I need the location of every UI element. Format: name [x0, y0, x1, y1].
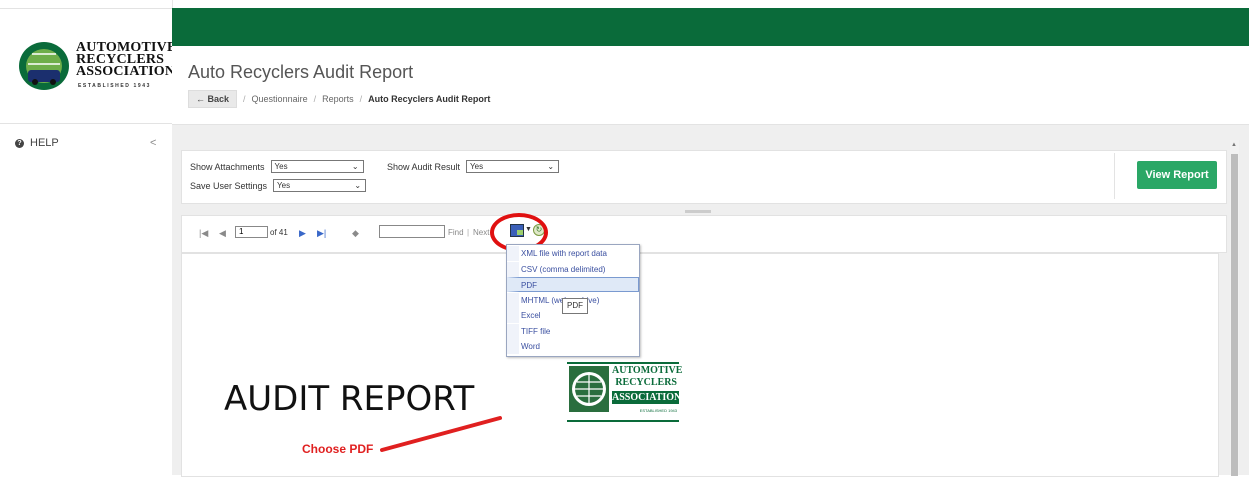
toolbar-separator: |	[467, 228, 470, 237]
find-next-link[interactable]: Next	[473, 228, 489, 237]
param-show-attachments: Show Attachments Yes ⌄	[190, 160, 364, 173]
previous-page-icon[interactable]: ◀	[219, 228, 226, 239]
vertical-scrollbar[interactable]: ▲	[1230, 140, 1239, 476]
report-viewer: Show Attachments Yes ⌄ Show Audit Result…	[172, 125, 1249, 477]
menu-item-tiff[interactable]: TIFF file	[507, 324, 639, 339]
sidebar: AUTOMOTIVE RECYCLERS ASSOCIATION ESTABLI…	[0, 0, 176, 475]
panel-divider	[1114, 153, 1115, 199]
globe-car-icon	[19, 42, 69, 90]
breadcrumb-separator: /	[313, 94, 317, 104]
logo-line3: ASSOCIATION	[76, 64, 176, 79]
select-value: Yes	[470, 162, 484, 171]
sidebar-top-strip	[0, 0, 172, 9]
param-label: Save User Settings	[190, 180, 268, 191]
breadcrumb: ← Back / Questionnaire / Reports / Auto …	[188, 90, 490, 108]
show-audit-result-select[interactable]: Yes ⌄	[466, 160, 560, 173]
question-icon: ?	[15, 138, 24, 148]
page-header: Auto Recyclers Audit Report ← Back / Que…	[172, 46, 1249, 125]
save-user-settings-select[interactable]: Yes ⌄	[273, 179, 367, 192]
chevron-down-icon: ⌄	[547, 162, 555, 171]
report-page: Choose PDF AUDIT REPORT AUTOMOTIVE RECYC…	[181, 253, 1219, 477]
report-logo-line1: AUTOMOTIVE	[612, 365, 683, 376]
chevron-down-icon: ⌄	[351, 162, 359, 171]
param-label: Show Audit Result	[387, 161, 461, 172]
show-attachments-select[interactable]: Yes ⌄	[270, 160, 364, 173]
page-title: Auto Recyclers Audit Report	[188, 62, 414, 82]
back-to-parent-icon[interactable]: ◆	[352, 228, 359, 239]
breadcrumb-reports[interactable]: Reports	[322, 94, 354, 104]
find-link[interactable]: Find	[448, 228, 464, 237]
report-logo-wordmark: AUTOMOTIVE RECYCLERS	[612, 365, 683, 389]
pdf-tooltip: PDF	[562, 298, 588, 314]
globe-icon	[569, 366, 609, 412]
view-report-button[interactable]: View Report	[1137, 161, 1217, 189]
find-text-input[interactable]	[379, 225, 445, 238]
breadcrumb-questionnaire[interactable]: Questionnaire	[252, 94, 308, 104]
top-navbar	[172, 8, 1249, 46]
breadcrumb-separator: /	[243, 94, 246, 104]
chevron-down-icon: ⌄	[354, 181, 362, 190]
sidebar-collapse-button[interactable]: <	[150, 137, 156, 149]
splitter-handle[interactable]	[685, 210, 711, 213]
scroll-up-icon[interactable]: ▲	[1231, 142, 1237, 148]
report-logo-established: ESTABLISHED 1943	[639, 408, 677, 413]
param-show-audit-result: Show Audit Result Yes ⌄	[387, 160, 560, 173]
annotation-choose-pdf: Choose PDF	[302, 442, 374, 456]
sidebar-item-help[interactable]: ? HELP	[15, 137, 59, 149]
page-count-label: of 41	[270, 228, 288, 237]
sidebar-divider	[0, 123, 172, 124]
menu-item-csv[interactable]: CSV (comma delimited)	[507, 262, 639, 277]
scrollbar-thumb[interactable]	[1231, 154, 1238, 476]
annotation-arrow	[380, 416, 502, 452]
ara-logo[interactable]: AUTOMOTIVE RECYCLERS ASSOCIATION ESTABLI…	[18, 40, 176, 100]
breadcrumb-current: Auto Recyclers Audit Report	[368, 94, 491, 104]
report-ara-logo: AUTOMOTIVE RECYCLERS ASSOCIATION ESTABLI…	[567, 362, 683, 422]
param-label: Show Attachments	[190, 161, 265, 172]
report-heading: AUDIT REPORT	[224, 379, 475, 419]
breadcrumb-separator: /	[359, 94, 363, 104]
report-logo-line2: RECYCLERS	[615, 377, 677, 388]
param-save-user-settings: Save User Settings Yes ⌄	[190, 179, 367, 192]
logo-established: ESTABLISHED 1943	[78, 83, 152, 89]
next-page-icon[interactable]: ▶	[299, 228, 306, 239]
select-value: Yes	[274, 162, 288, 171]
last-page-icon[interactable]: ▶|	[317, 228, 326, 239]
back-button[interactable]: ← Back	[188, 90, 238, 108]
page-number-input[interactable]: 1	[235, 226, 268, 238]
report-toolbar: |◀ ◀ 1 of 41 ▶ ▶| ◆ Find | Next ▼ ↻	[181, 213, 1227, 253]
logo-wordmark: AUTOMOTIVE RECYCLERS ASSOCIATION	[76, 41, 177, 79]
menu-item-pdf[interactable]: PDF	[507, 277, 639, 292]
menu-item-xml[interactable]: XML file with report data	[507, 246, 639, 261]
menu-item-word[interactable]: Word	[507, 339, 639, 354]
report-logo-line3: ASSOCIATION	[612, 391, 682, 404]
report-parameters-panel: Show Attachments Yes ⌄ Show Audit Result…	[181, 150, 1227, 204]
first-page-icon[interactable]: |◀	[199, 228, 208, 239]
select-value: Yes	[277, 181, 291, 190]
sidebar-item-label: HELP	[30, 137, 59, 149]
